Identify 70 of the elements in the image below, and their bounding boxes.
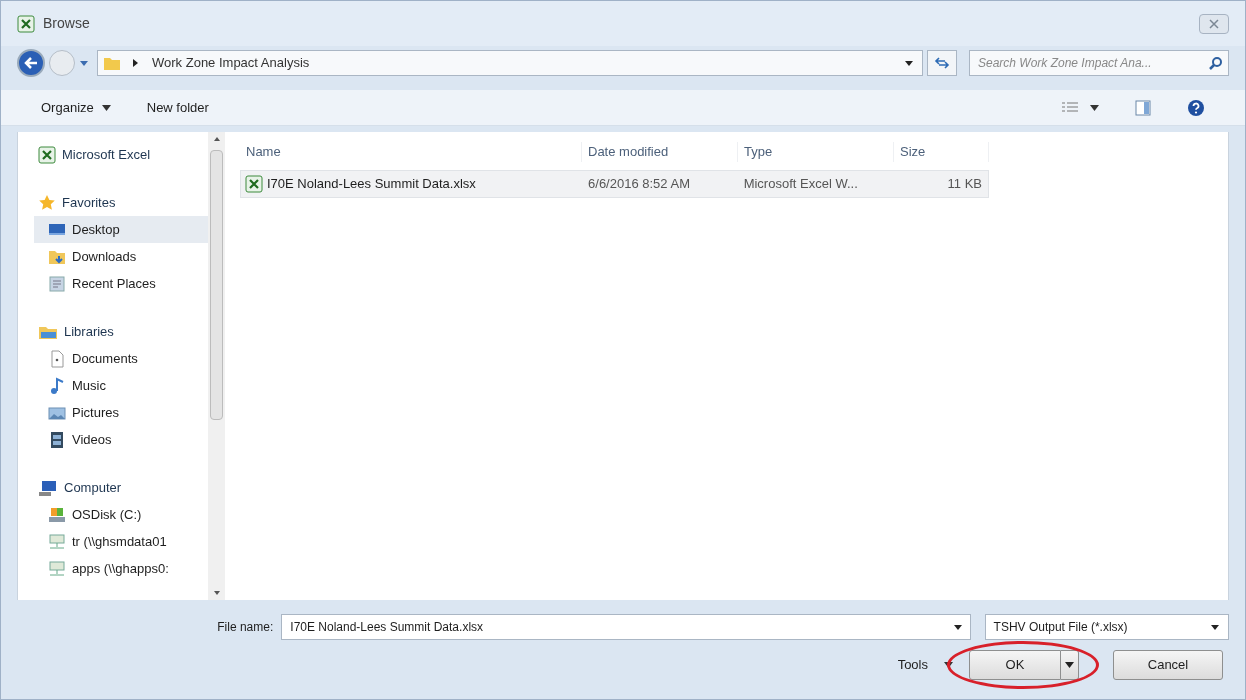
preview-pane-button[interactable]	[1135, 99, 1151, 116]
scrollbar[interactable]	[208, 132, 225, 600]
close-icon	[1209, 18, 1219, 29]
file-date: 6/6/2016 8:52 AM	[587, 175, 691, 194]
sidebar-item[interactable]: Documents	[34, 345, 208, 372]
spreadsheet-icon	[38, 146, 56, 164]
computer-icon	[38, 479, 58, 497]
new-folder-button[interactable]: New folder	[146, 97, 209, 118]
network-drive-icon	[48, 532, 66, 551]
film-icon	[48, 430, 66, 449]
back-arrow-icon	[24, 57, 38, 69]
window-title: Browse	[43, 14, 90, 33]
recent-places-icon	[48, 274, 66, 293]
sidebar-item[interactable]: tr (\\ghsmdata01	[34, 528, 208, 555]
star-icon	[38, 194, 56, 212]
dropdown-icon	[952, 623, 963, 631]
column-header[interactable]: Name	[240, 142, 582, 162]
refresh-icon	[934, 56, 950, 70]
sidebar-item[interactable]: OSDisk (C:)	[34, 501, 208, 528]
sidebar-item[interactable]: Videos	[34, 426, 208, 453]
help-icon	[1187, 98, 1205, 117]
file-type-dropdown[interactable]: TSHV Output File (*.xlsx)	[984, 614, 1229, 640]
music-note-icon	[48, 376, 66, 395]
column-header[interactable]: Date modified	[582, 142, 738, 162]
sidebar-item[interactable]: Pictures	[34, 399, 208, 426]
dropdown-icon	[79, 59, 89, 67]
refresh-button[interactable]	[927, 50, 957, 76]
file-row[interactable]: I70E Noland-Lees Summit Data.xlsx 6/6/2016 8:52 AM Microsoft Excel W... 11 KB	[240, 170, 989, 198]
sidebar-group[interactable]: Favorites	[62, 193, 116, 213]
preview-pane-icon	[1135, 99, 1151, 116]
address-field[interactable]: Work Zone Impact Analysis	[97, 50, 923, 76]
sidebar-item[interactable]: Downloads	[34, 243, 208, 270]
search-field[interactable]: Search Work Zone Impact Ana...	[969, 50, 1229, 76]
caret-icon	[1065, 662, 1074, 668]
caret-icon	[1090, 104, 1099, 111]
file-size: 11 KB	[946, 175, 983, 194]
sidebar-item[interactable]: Recent Places	[34, 270, 208, 297]
views-button[interactable]	[1062, 101, 1099, 114]
back-button[interactable]	[17, 49, 45, 77]
caret-icon	[944, 662, 953, 668]
ok-button[interactable]: OK	[969, 650, 1061, 680]
sidebar-item[interactable]: apps (\\ghapps0:	[34, 555, 208, 582]
help-button[interactable]	[1187, 98, 1205, 117]
cancel-button[interactable]: Cancel	[1113, 650, 1223, 680]
file-name: I70E Noland-Lees Summit Data.xlsx	[267, 175, 476, 194]
chevron-right-icon	[130, 58, 140, 68]
dropdown-icon	[1210, 623, 1220, 631]
column-header[interactable]: Type	[738, 142, 894, 162]
list-view-icon	[1062, 101, 1078, 114]
caret-icon	[101, 104, 111, 111]
file-name-label: File name:	[216, 619, 274, 636]
spreadsheet-icon	[17, 14, 35, 33]
organize-menu[interactable]: Organize	[41, 97, 111, 118]
file-name-field[interactable]: I70E Noland-Lees Summit Data.xlsx	[281, 614, 971, 640]
sidebar-group[interactable]: Libraries	[64, 322, 114, 342]
column-header[interactable]: Size	[894, 142, 989, 162]
search-icon	[1209, 56, 1223, 70]
file-type: Microsoft Excel W...	[742, 175, 859, 194]
sidebar-group[interactable]: Microsoft Excel	[62, 145, 151, 165]
network-drive-icon	[48, 559, 66, 578]
sidebar-item[interactable]: Music	[34, 372, 208, 399]
ok-dropdown-button[interactable]	[1061, 650, 1079, 680]
document-icon	[48, 349, 66, 368]
spreadsheet-file-icon	[245, 175, 263, 193]
sidebar-item[interactable]: Desktop	[34, 216, 208, 243]
tools-menu[interactable]: Tools	[897, 655, 953, 675]
sidebar-group[interactable]: Computer	[64, 478, 122, 498]
close-button[interactable]	[1199, 13, 1229, 34]
dropdown-icon	[904, 59, 914, 67]
drive-icon	[48, 505, 66, 524]
